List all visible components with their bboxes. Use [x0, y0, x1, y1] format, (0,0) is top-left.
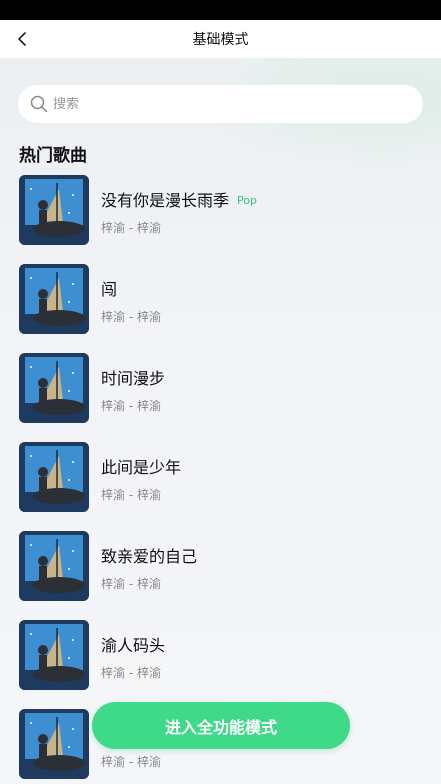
song-artist: 梓渝 - 梓渝 [101, 488, 161, 502]
album-cover [19, 709, 89, 779]
song-artist: 梓渝 - 梓渝 [101, 666, 161, 680]
song-title: 闯 [101, 280, 118, 299]
song-list: 没有你是漫长雨季 Pop 梓渝 - 梓渝 闯 梓渝 - 梓渝 时间漫步 梓渝 -… [0, 175, 441, 784]
search-bar[interactable] [18, 85, 423, 123]
song-artist: 梓渝 - 梓渝 [101, 310, 161, 324]
search-icon [30, 95, 48, 113]
song-row[interactable]: 闯 梓渝 - 梓渝 [0, 264, 441, 353]
nav-bar: 基础模式 [0, 20, 441, 58]
genre-tag: Pop [237, 194, 257, 207]
song-row[interactable]: 渝人码头 梓渝 - 梓渝 [0, 620, 441, 709]
album-cover [19, 264, 89, 334]
section-title-hot-songs: 热门歌曲 [19, 146, 87, 166]
album-cover [19, 620, 89, 690]
song-artist: 梓渝 - 梓渝 [101, 399, 161, 413]
back-button[interactable] [8, 24, 36, 54]
song-title: 渝人码头 [101, 636, 166, 655]
song-row[interactable]: 此间是少年 梓渝 - 梓渝 [0, 442, 441, 531]
song-title: 此间是少年 [101, 458, 182, 477]
search-input[interactable] [53, 96, 393, 112]
song-title: 没有你是漫长雨季 Pop [101, 191, 257, 210]
song-title: 时间漫步 [101, 369, 166, 388]
album-cover [19, 175, 89, 245]
album-cover [19, 353, 89, 423]
song-row[interactable]: 没有你是漫长雨季 Pop 梓渝 - 梓渝 [0, 175, 441, 264]
song-row[interactable]: 致亲爱的自己 梓渝 - 梓渝 [0, 531, 441, 620]
page-title: 基础模式 [192, 32, 249, 48]
song-title: 致亲爱的自己 [101, 547, 198, 566]
album-cover [19, 442, 89, 512]
status-bar [0, 0, 441, 20]
chevron-left-icon [18, 32, 26, 46]
song-artist: 梓渝 - 梓渝 [101, 755, 161, 769]
song-artist: 梓渝 - 梓渝 [101, 221, 161, 235]
song-artist: 梓渝 - 梓渝 [101, 577, 161, 591]
enter-full-mode-button[interactable]: 进入全功能模式 [92, 702, 350, 749]
song-row[interactable]: 时间漫步 梓渝 - 梓渝 [0, 353, 441, 442]
album-cover [19, 531, 89, 601]
